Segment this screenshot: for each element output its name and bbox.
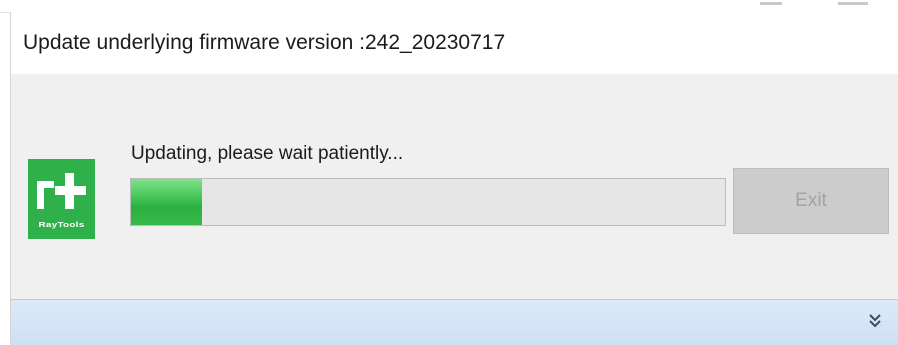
dialog-body: RayTools Updating, please wait patiently… xyxy=(11,74,898,299)
update-progress-bar xyxy=(130,178,726,226)
dialog-title-bar: Update underlying firmware version :242_… xyxy=(11,12,898,74)
logo-brand-text: RayTools xyxy=(39,222,85,229)
status-message: Updating, please wait patiently... xyxy=(131,143,404,164)
top-edge-mark xyxy=(838,2,868,5)
double-chevron-down-icon[interactable] xyxy=(868,313,882,329)
dialog-footer xyxy=(11,299,898,345)
top-edge-mark xyxy=(760,2,782,5)
raytools-logo-icon: RayTools xyxy=(28,159,95,239)
firmware-update-dialog: Update underlying firmware version :242_… xyxy=(10,12,898,345)
dialog-title: Update underlying firmware version :242_… xyxy=(23,31,506,54)
exit-button[interactable]: Exit xyxy=(733,168,889,234)
exit-button-label: Exit xyxy=(795,190,827,211)
progress-fill xyxy=(131,179,203,225)
